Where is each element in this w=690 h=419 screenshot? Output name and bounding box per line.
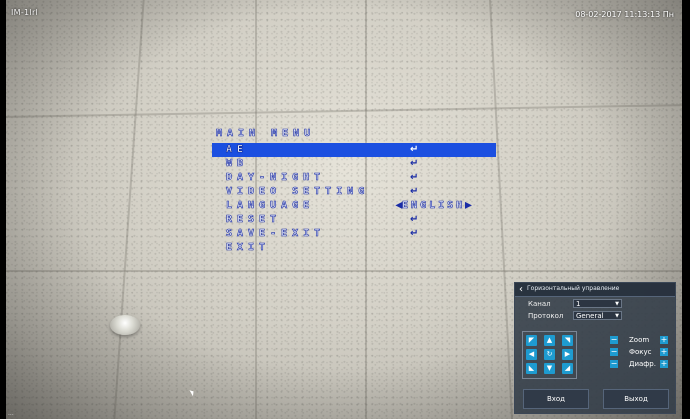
iris-plus-button[interactable]: +	[660, 360, 668, 368]
language-value-text: ENGLISH	[402, 200, 466, 212]
camera-view: IM-1lrl 08-02-2017 11:13:13 Пн ... MAIN …	[0, 0, 690, 419]
protocol-label: Протокол	[528, 312, 564, 320]
osd-item-reset[interactable]: RESET ↵	[212, 213, 496, 227]
channel-select[interactable]: 1 ▼	[573, 299, 622, 308]
osd-item-day-night[interactable]: DAY-NIGHT ↵	[212, 171, 496, 185]
enter-button[interactable]: Вход	[523, 389, 589, 409]
enter-icon: ↵	[410, 144, 419, 155]
zoom-control: − Zoom +	[610, 336, 668, 346]
ptz-direction-pad: ◤ ▲ ◥ ◀ ↻ ▶ ◣ ▼ ◢	[522, 331, 577, 379]
datetime-overlay: 08-02-2017 11:13:13 Пн	[575, 10, 674, 19]
osd-item-save-exit[interactable]: SAVE-EXIT ↵	[212, 227, 496, 241]
tilt-down-button[interactable]: ▼	[544, 363, 555, 374]
osd-item-label: AE	[226, 144, 249, 156]
enter-icon: ↵	[410, 186, 419, 197]
ptz-panel-title: Горизонтальный управление	[527, 285, 620, 292]
exit-button[interactable]: Выход	[603, 389, 669, 409]
chevron-down-icon: ▼	[615, 301, 619, 307]
back-arrow-icon[interactable]: ‹	[519, 284, 523, 295]
iris-minus-button[interactable]: −	[610, 360, 618, 368]
bottom-label: ...	[8, 410, 14, 417]
osd-item-label: WB	[226, 158, 249, 170]
zoom-plus-button[interactable]: +	[660, 336, 668, 344]
ptz-panel-header: ‹ Горизонтальный управление	[515, 283, 675, 297]
focus-label: Фокус	[629, 348, 652, 356]
zoom-label: Zoom	[629, 336, 650, 344]
iris-label: Диафр.	[629, 360, 656, 368]
osd-menu-title: MAIN MENU	[216, 128, 316, 140]
pan-up-right-button[interactable]: ◥	[562, 335, 573, 346]
black-edge-right	[682, 0, 690, 419]
osd-item-label: LANGUAGE	[226, 200, 315, 212]
camera-name: IM-1lrl	[11, 8, 39, 17]
pan-down-left-button[interactable]: ◣	[526, 363, 537, 374]
focus-plus-button[interactable]: +	[660, 348, 668, 356]
protocol-select[interactable]: General ▼	[573, 311, 622, 320]
osd-item-language[interactable]: LANGUAGE ◀ENGLISH▶	[212, 199, 496, 213]
osd-item-exit[interactable]: EXIT	[212, 241, 496, 255]
ceiling-lamp	[110, 315, 140, 335]
ptz-control-panel: ‹ Горизонтальный управление Канал 1 ▼ Пр…	[514, 282, 676, 414]
osd-item-wb[interactable]: WB ↵	[212, 157, 496, 171]
auto-rotate-button[interactable]: ↻	[544, 349, 555, 360]
tilt-up-button[interactable]: ▲	[544, 335, 555, 346]
enter-icon: ↵	[410, 158, 419, 169]
osd-item-label: RESET	[226, 214, 282, 226]
pan-left-button[interactable]: ◀	[526, 349, 537, 360]
iris-control: − Диафр. +	[610, 360, 668, 370]
language-value[interactable]: ◀ENGLISH▶	[396, 199, 472, 213]
osd-item-label: DAY-NIGHT	[226, 172, 326, 184]
osd-item-ae[interactable]: AE ↵	[212, 143, 496, 157]
enter-icon: ↵	[410, 172, 419, 183]
focus-minus-button[interactable]: −	[610, 348, 618, 356]
pan-up-left-button[interactable]: ◤	[526, 335, 537, 346]
zoom-minus-button[interactable]: −	[610, 336, 618, 344]
channel-label: Канал	[528, 300, 551, 308]
osd-item-video-setting[interactable]: VIDEO SETTING ↵	[212, 185, 496, 199]
pan-right-button[interactable]: ▶	[562, 349, 573, 360]
enter-icon: ↵	[410, 228, 419, 239]
osd-item-label: VIDEO SETTING	[226, 186, 370, 198]
osd-item-label: SAVE-EXIT	[226, 228, 326, 240]
protocol-value: General	[576, 312, 604, 320]
enter-icon: ↵	[410, 214, 419, 225]
pan-down-right-button[interactable]: ◢	[562, 363, 573, 374]
focus-control: − Фокус +	[610, 348, 668, 358]
chevron-down-icon: ▼	[615, 313, 619, 319]
osd-item-label: EXIT	[226, 242, 271, 254]
black-edge-left	[0, 0, 6, 419]
arrow-right-icon[interactable]: ▶	[465, 200, 472, 212]
channel-value: 1	[576, 300, 581, 308]
